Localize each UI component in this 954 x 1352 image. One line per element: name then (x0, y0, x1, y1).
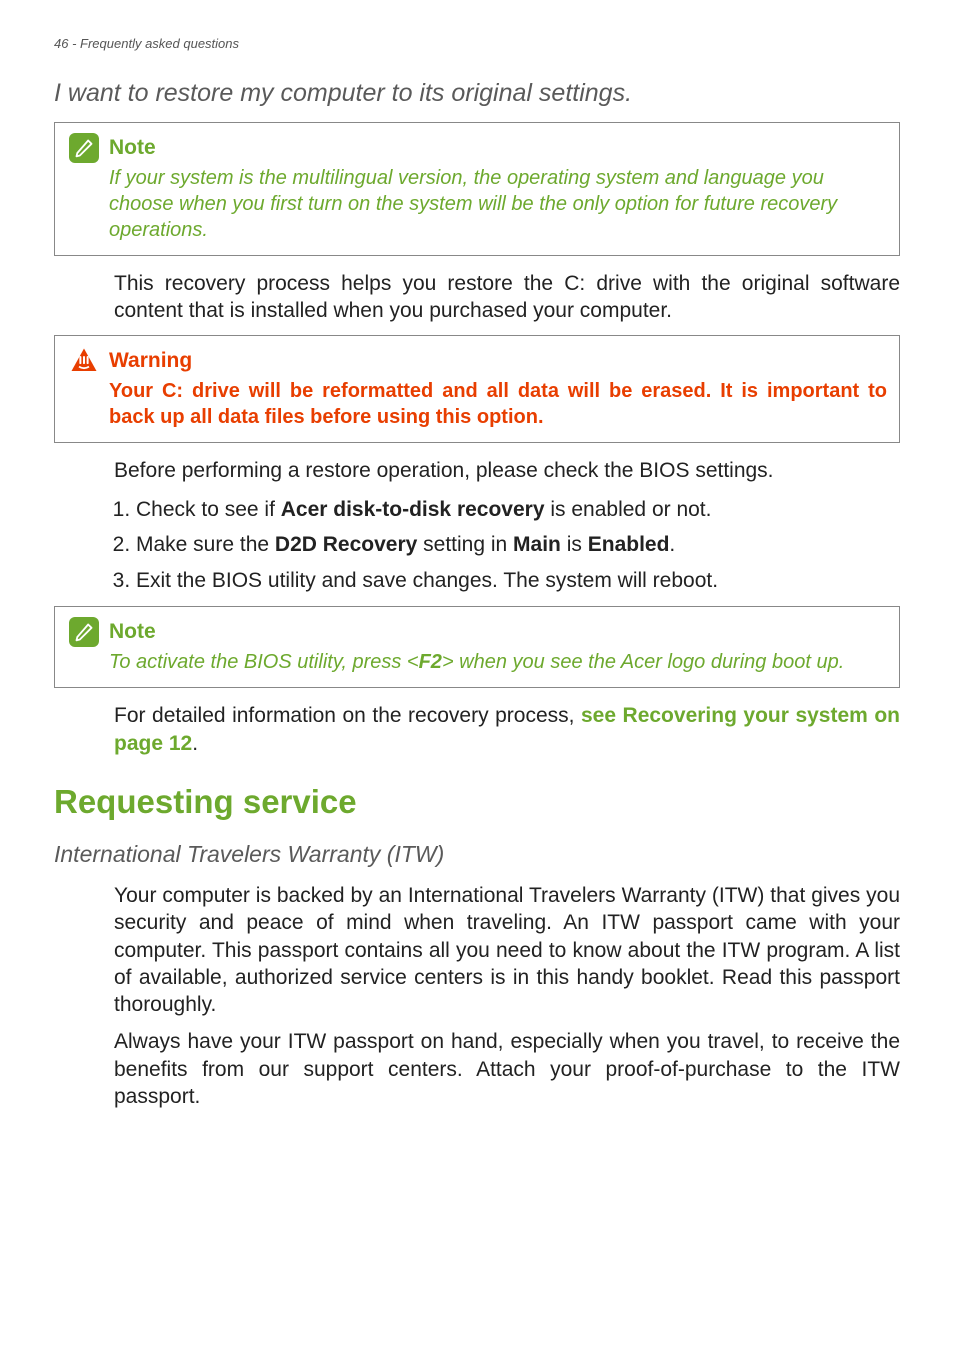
itw-heading: International Travelers Warranty (ITW) (54, 841, 900, 868)
step-text: Make sure the (136, 533, 275, 556)
step-1: Check to see if Acer disk-to-disk recove… (136, 494, 900, 526)
note-text: To activate the BIOS utility, press < (109, 651, 419, 673)
bios-steps: Check to see if Acer disk-to-disk recove… (114, 494, 900, 597)
itw-paragraph-1: Your computer is backed by an Internatio… (114, 882, 900, 1018)
warning-title: Warning (109, 349, 192, 373)
note-head: Note (69, 133, 887, 163)
note-title: Note (109, 620, 156, 644)
step-2: Make sure the D2D Recovery setting in Ma… (136, 529, 900, 561)
pencil-icon (69, 617, 99, 647)
note-box-2: Note To activate the BIOS utility, press… (54, 606, 900, 688)
step-3: Exit the BIOS utility and save changes. … (136, 565, 900, 597)
step-text: is enabled or not. (545, 498, 712, 521)
note-title: Note (109, 136, 156, 160)
requesting-service-heading: Requesting service (54, 783, 900, 821)
page-header: 46 - Frequently asked questions (0, 0, 954, 59)
pencil-icon (69, 133, 99, 163)
paragraph-1: This recovery process helps you restore … (114, 270, 900, 325)
para-text: For detailed information on the recovery… (114, 704, 581, 727)
note-body: If your system is the multilingual versi… (109, 165, 887, 243)
note-body: To activate the BIOS utility, press <F2>… (109, 649, 887, 675)
note-bold: F2 (419, 651, 442, 673)
warning-icon (69, 346, 99, 376)
section-name: Frequently asked questions (80, 36, 239, 51)
step-bold: Main (513, 533, 561, 556)
step-text: is (561, 533, 588, 556)
restore-heading: I want to restore my computer to its ori… (54, 79, 900, 108)
warning-head: Warning (69, 346, 887, 376)
step-text: . (669, 533, 675, 556)
step-bold: D2D Recovery (275, 533, 417, 556)
warning-box: Warning Your C: drive will be reformatte… (54, 335, 900, 443)
note-head: Note (69, 617, 887, 647)
step-bold: Enabled (588, 533, 670, 556)
itw-paragraph-2: Always have your ITW passport on hand, e… (114, 1028, 900, 1110)
warning-body: Your C: drive will be reformatted and al… (109, 378, 887, 430)
page-content: I want to restore my computer to its ori… (0, 79, 954, 1160)
para-text: . (192, 732, 198, 755)
note-text: > when you see the Acer logo during boot… (442, 651, 844, 673)
step-text: Check to see if (136, 498, 281, 521)
paragraph-2: Before performing a restore operation, p… (114, 457, 900, 484)
note-box-1: Note If your system is the multilingual … (54, 122, 900, 256)
step-bold: Acer disk-to-disk recovery (281, 498, 545, 521)
step-text: setting in (417, 533, 513, 556)
page-number: 46 (54, 36, 68, 51)
paragraph-3: For detailed information on the recovery… (114, 702, 900, 757)
